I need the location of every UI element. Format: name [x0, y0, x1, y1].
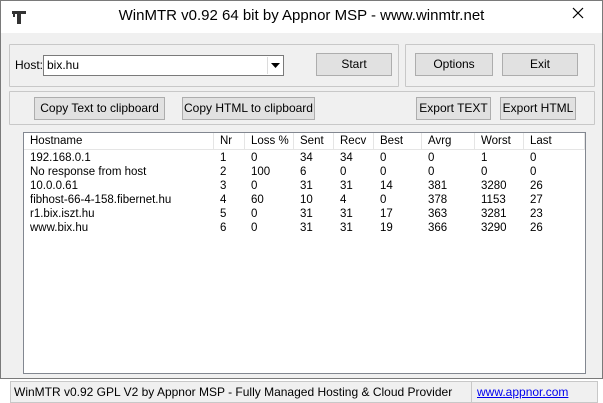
- column-header-loss[interactable]: Loss %: [245, 133, 294, 150]
- table-row[interactable]: 192.168.0.1 1 0 34 34 0 0 1 0: [24, 151, 585, 165]
- close-button[interactable]: [554, 1, 602, 25]
- cell-nr: 3: [220, 180, 227, 192]
- cell-recv: 31: [340, 222, 353, 234]
- title-bar[interactable]: WinMTR v0.92 64 bit by Appnor MSP - www.…: [1, 1, 602, 33]
- cell-hostname: 10.0.0.61: [30, 180, 78, 192]
- table-header: Hostname Nr Loss % Sent Recv Best Avrg Worst Las…: [24, 133, 585, 150]
- cell-nr: 4: [220, 194, 227, 206]
- options-button[interactable]: Options: [415, 53, 493, 76]
- cell-last: 26: [530, 222, 543, 234]
- start-button[interactable]: Start: [316, 53, 392, 76]
- trace-table[interactable]: Hostname Nr Loss % Sent Recv Best Avrg Worst Las…: [23, 132, 586, 374]
- cell-avrg: 363: [428, 208, 448, 220]
- table-row[interactable]: No response from host 2 100 6 0 0 0 0 0: [24, 165, 585, 179]
- cell-worst: 1153: [481, 194, 506, 206]
- cell-avrg: 366: [428, 222, 448, 234]
- cell-best: 19: [380, 222, 393, 234]
- cell-sent: 31: [300, 180, 313, 192]
- column-header-worst[interactable]: Worst: [475, 133, 524, 150]
- copy-text-button[interactable]: Copy Text to clipboard: [34, 97, 165, 120]
- export-group: Copy Text to clipboard Copy HTML to clip…: [9, 91, 595, 125]
- cell-best: 0: [380, 194, 387, 206]
- cell-hostname: www.bix.hu: [30, 222, 89, 234]
- cell-nr: 5: [220, 208, 227, 220]
- cell-sent: 34: [300, 152, 313, 164]
- cell-last: 23: [530, 208, 543, 220]
- cell-recv: 4: [340, 194, 347, 206]
- cell-best: 17: [380, 208, 393, 220]
- status-text: WinMTR v0.92 GPL V2 by Appnor MSP - Full…: [14, 385, 453, 399]
- cell-hostname: 192.168.0.1: [30, 152, 91, 164]
- table-row[interactable]: www.bix.hu 6 0 31 31 19 366 3290 26: [24, 221, 585, 235]
- host-label: Host:: [15, 58, 44, 72]
- cell-recv: 34: [340, 152, 353, 164]
- cell-avrg: 381: [428, 180, 448, 192]
- copy-html-button[interactable]: Copy HTML to clipboard: [182, 97, 315, 120]
- table-row[interactable]: 10.0.0.61 3 0 31 31 14 381 3280 26: [24, 179, 585, 193]
- cell-nr: 2: [220, 166, 227, 178]
- column-header-nr[interactable]: Nr: [214, 133, 245, 150]
- cell-loss: 100: [251, 166, 271, 178]
- column-header-avrg[interactable]: Avrg: [422, 133, 475, 150]
- cell-avrg: 0: [428, 166, 435, 178]
- cell-avrg: 378: [428, 194, 448, 206]
- cell-last: 27: [530, 194, 543, 206]
- window-title: WinMTR v0.92 64 bit by Appnor MSP - www.…: [118, 7, 485, 24]
- column-header-recv[interactable]: Recv: [334, 133, 374, 150]
- table-row[interactable]: fibhost-66-4-158.fibernet.hu 4 60 10 4 0 378 11…: [24, 193, 585, 207]
- cell-best: 0: [380, 166, 387, 178]
- appnor-link[interactable]: www.appnor.com: [477, 385, 568, 399]
- table-row[interactable]: r1.bix.iszt.hu 5 0 31 31 17 363 3281 23: [24, 207, 585, 221]
- export-html-button[interactable]: Export HTML: [500, 97, 576, 120]
- cell-recv: 0: [340, 166, 347, 178]
- cell-last: 26: [530, 180, 543, 192]
- close-icon: [554, 7, 602, 28]
- column-header-best[interactable]: Best: [374, 133, 422, 150]
- cell-loss: 0: [251, 180, 258, 192]
- status-bar: WinMTR v0.92 GPL V2 by Appnor MSP - Full…: [10, 381, 598, 403]
- cell-last: 0: [530, 166, 537, 178]
- column-header-last[interactable]: Last: [524, 133, 585, 150]
- cell-loss: 60: [251, 194, 264, 206]
- cell-hostname: No response from host: [30, 166, 147, 178]
- cell-best: 14: [380, 180, 393, 192]
- cell-worst: 3281: [481, 208, 507, 220]
- cell-hostname: fibhost-66-4-158.fibernet.hu: [30, 194, 172, 206]
- cell-sent: 10: [300, 194, 313, 206]
- winmtr-window: WinMTR v0.92 64 bit by Appnor MSP - www.…: [0, 0, 603, 403]
- host-combobox[interactable]: bix.hu: [43, 55, 284, 76]
- cell-sent: 31: [300, 222, 313, 234]
- cell-best: 0: [380, 152, 387, 164]
- cell-recv: 31: [340, 180, 353, 192]
- cell-loss: 0: [251, 152, 258, 164]
- cell-nr: 1: [220, 152, 227, 164]
- column-header-sent[interactable]: Sent: [294, 133, 334, 150]
- cell-loss: 0: [251, 208, 258, 220]
- cell-last: 0: [530, 152, 537, 164]
- cell-worst: 0: [481, 166, 488, 178]
- exit-button[interactable]: Exit: [502, 53, 578, 76]
- cell-recv: 31: [340, 208, 353, 220]
- chevron-down-icon[interactable]: [267, 57, 282, 74]
- cell-worst: 3290: [481, 222, 507, 234]
- export-text-button[interactable]: Export TEXT: [416, 97, 491, 120]
- cell-sent: 6: [300, 166, 307, 178]
- client-area: Host: bix.hu Start Options Exit Copy Tex…: [2, 33, 602, 403]
- cell-avrg: 0: [428, 152, 435, 164]
- cell-loss: 0: [251, 222, 258, 234]
- status-divider: [471, 382, 472, 402]
- cell-nr: 6: [220, 222, 227, 234]
- host-input[interactable]: bix.hu: [47, 58, 79, 72]
- cell-worst: 3280: [481, 180, 507, 192]
- options-group: Options Exit: [405, 44, 595, 87]
- cell-worst: 1: [481, 152, 488, 164]
- host-group: Host: bix.hu Start: [9, 44, 399, 87]
- cell-sent: 31: [300, 208, 313, 220]
- cell-hostname: r1.bix.iszt.hu: [30, 208, 95, 220]
- column-header-hostname[interactable]: Hostname: [24, 133, 214, 150]
